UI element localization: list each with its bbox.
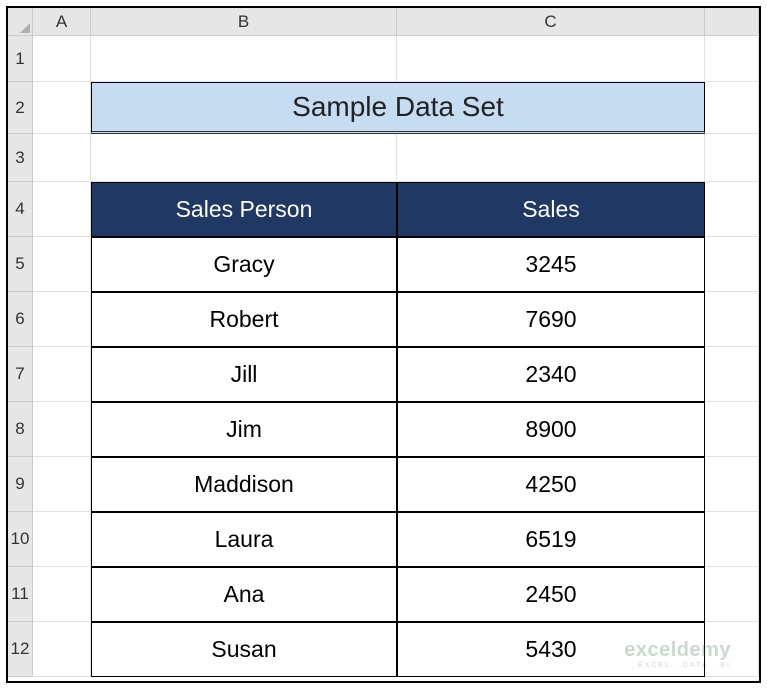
cell-a6[interactable] [33,292,91,347]
watermark-sub: EXCEL · DATA · BI [624,662,731,669]
cell-a3[interactable] [33,134,91,182]
row-header-2[interactable]: 2 [8,82,33,134]
cell-d7[interactable] [705,347,759,402]
cell-d8[interactable] [705,402,759,457]
col-header-d[interactable] [705,8,759,36]
header-sales-person[interactable]: Sales Person [91,182,397,237]
row-header-3[interactable]: 3 [8,134,33,182]
cell-a5[interactable] [33,237,91,292]
col-header-b[interactable]: B [91,8,397,36]
col-header-a[interactable]: A [33,8,91,36]
table-row: Laura 6519 [33,512,759,567]
cell-d2[interactable] [705,82,759,134]
cell-d6[interactable] [705,292,759,347]
spreadsheet-wrapper: A B C 1 2 3 4 5 6 7 8 9 10 11 12 Sample … [6,6,761,683]
cell-b3[interactable] [91,134,397,182]
sales-person-cell[interactable]: Jim [91,402,397,457]
cell-d11[interactable] [705,567,759,622]
row-header-8[interactable]: 8 [8,402,33,457]
sales-person-cell[interactable]: Laura [91,512,397,567]
cell-a7[interactable] [33,347,91,402]
row-headers: 1 2 3 4 5 6 7 8 9 10 11 12 [8,36,33,677]
cell-a9[interactable] [33,457,91,512]
select-all-button[interactable] [8,8,33,36]
cell-d9[interactable] [705,457,759,512]
title-cell[interactable]: Sample Data Set [91,82,705,134]
row-header-4[interactable]: 4 [8,182,33,237]
cell-b1[interactable] [91,36,397,82]
cell-a2[interactable] [33,82,91,134]
table-row: Robert 7690 [33,292,759,347]
sales-person-cell[interactable]: Robert [91,292,397,347]
grid-area: Sample Data Set Sales Person Sales Gracy… [33,36,759,677]
sales-cell[interactable]: 8900 [397,402,705,457]
row-header-6[interactable]: 6 [8,292,33,347]
cell-c1[interactable] [397,36,705,82]
table-row: Gracy 3245 [33,237,759,292]
table-row: Ana 2450 [33,567,759,622]
cell-a8[interactable] [33,402,91,457]
row-header-9[interactable]: 9 [8,457,33,512]
cell-a4[interactable] [33,182,91,237]
cell-d5[interactable] [705,237,759,292]
sales-person-cell[interactable]: Jill [91,347,397,402]
row-header-5[interactable]: 5 [8,237,33,292]
watermark: exceldemy EXCEL · DATA · BI [624,639,731,669]
cell-a1[interactable] [33,36,91,82]
row-header-10[interactable]: 10 [8,512,33,567]
cell-d1[interactable] [705,36,759,82]
sales-cell[interactable]: 7690 [397,292,705,347]
col-header-c[interactable]: C [397,8,705,36]
cell-c3[interactable] [397,134,705,182]
cell-d3[interactable] [705,134,759,182]
row-header-11[interactable]: 11 [8,567,33,622]
sales-cell[interactable]: 4250 [397,457,705,512]
row-header-1[interactable]: 1 [8,36,33,82]
row-header-12[interactable]: 12 [8,622,33,677]
cell-a11[interactable] [33,567,91,622]
sales-cell[interactable]: 2340 [397,347,705,402]
sales-cell[interactable]: 6519 [397,512,705,567]
sales-person-cell[interactable]: Maddison [91,457,397,512]
header-sales[interactable]: Sales [397,182,705,237]
row-header-7[interactable]: 7 [8,347,33,402]
cell-d10[interactable] [705,512,759,567]
sales-person-cell[interactable]: Gracy [91,237,397,292]
column-headers: A B C [33,8,759,36]
cell-d4[interactable] [705,182,759,237]
table-row: Jill 2340 [33,347,759,402]
cell-a10[interactable] [33,512,91,567]
sales-cell[interactable]: 3245 [397,237,705,292]
watermark-main: exceldemy [624,639,731,662]
table-row: Maddison 4250 [33,457,759,512]
sales-person-cell[interactable]: Ana [91,567,397,622]
cell-a12[interactable] [33,622,91,677]
sales-cell[interactable]: 2450 [397,567,705,622]
table-row: Jim 8900 [33,402,759,457]
sales-person-cell[interactable]: Susan [91,622,397,677]
